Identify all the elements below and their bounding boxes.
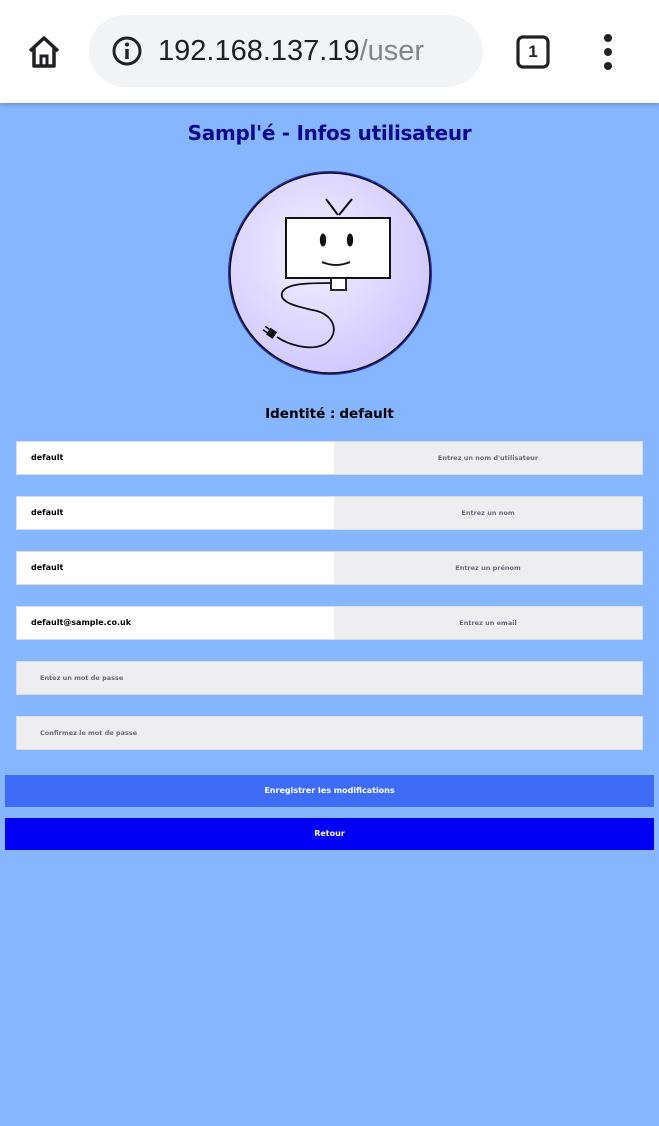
confirm-password-placeholder: Confirmez le mot de passe (40, 729, 138, 737)
username-input[interactable]: default (17, 442, 334, 474)
browser-toolbar: 192.168.137.19/user 1 (0, 0, 659, 103)
home-icon[interactable] (22, 30, 66, 74)
identity-line: Identité : default (0, 406, 659, 422)
more-vert-icon[interactable] (596, 33, 620, 71)
tab-switcher-button[interactable]: 1 (516, 35, 550, 69)
url-text: 192.168.137.19/user (158, 32, 424, 70)
lastname-hint: Entrez un nom (461, 509, 515, 517)
identity-label: Identité : (265, 406, 336, 422)
confirm-password-input[interactable]: Confirmez le mot de passe (16, 716, 643, 750)
password-placeholder: Entez un mot de passe (40, 674, 124, 682)
lastname-row: default Entrez un nom (16, 496, 643, 530)
identity-value: default (339, 406, 394, 422)
username-row: default Entrez un nom d'utilisateur (16, 441, 643, 475)
firstname-hint: Entrez un prénom (455, 564, 521, 572)
email-input[interactable]: default@sample.co.uk (17, 607, 334, 639)
app-logo (228, 171, 432, 375)
firstname-input[interactable]: default (17, 552, 334, 584)
tab-count: 1 (528, 42, 538, 61)
url-host: 192.168.137.19 (158, 35, 360, 67)
address-bar[interactable]: 192.168.137.19/user (89, 15, 483, 87)
page-content: Sampl'é - Infos utilisateur Identité : de… (0, 103, 659, 1126)
url-path: /user (359, 35, 425, 67)
password-input[interactable]: Entez un mot de passe (16, 661, 643, 695)
info-icon[interactable] (111, 35, 143, 67)
email-hint: Entrez un email (459, 619, 517, 627)
firstname-row: default Entrez un prénom (16, 551, 643, 585)
username-hint: Entrez un nom d'utilisateur (437, 454, 539, 462)
email-row: default@sample.co.uk Entrez un email (16, 606, 643, 640)
back-button[interactable]: Retour (5, 818, 654, 850)
save-button[interactable]: Enregistrer les modifications (5, 775, 654, 807)
page-title: Sampl'é - Infos utilisateur (187, 121, 472, 145)
lastname-input[interactable]: default (17, 497, 334, 529)
